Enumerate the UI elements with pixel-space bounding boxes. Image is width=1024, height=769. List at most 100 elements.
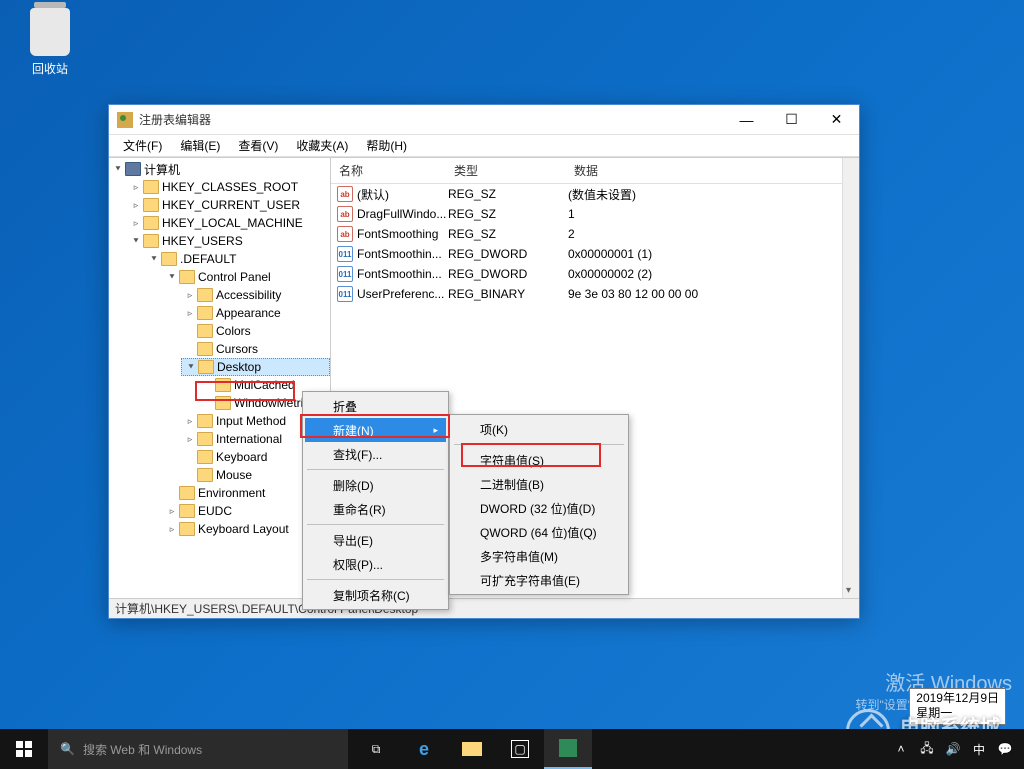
store-icon[interactable]: ▢	[496, 729, 544, 769]
tree-pane[interactable]: ⯆计算机 ▹HKEY_CLASSES_ROOT ▹HKEY_CURRENT_US…	[109, 158, 331, 598]
edge-icon[interactable]: e	[400, 729, 448, 769]
menu-help[interactable]: 帮助(H)	[358, 135, 415, 156]
menu-fav[interactable]: 收藏夹(A)	[288, 135, 356, 156]
maximize-button[interactable]: ☐	[769, 105, 814, 135]
chevron-right-icon[interactable]: ▹	[165, 522, 179, 536]
minimize-button[interactable]: —	[724, 105, 769, 135]
ctx-export[interactable]: 导出(E)	[305, 528, 446, 552]
notifications-icon[interactable]: 💬	[992, 729, 1018, 769]
chevron-down-icon[interactable]: ⯆	[147, 252, 161, 266]
ctx-string[interactable]: 字符串值(S)	[452, 448, 626, 472]
binary-value-icon: 011	[337, 286, 353, 302]
folder-icon	[197, 342, 213, 356]
chevron-right-icon[interactable]: ▹	[129, 216, 143, 230]
binary-value-icon: 011	[337, 266, 353, 282]
folder-icon	[179, 522, 195, 536]
list-row[interactable]: abFontSmoothingREG_SZ2	[331, 224, 859, 244]
tree-hkcr[interactable]: ▹HKEY_CLASSES_ROOT	[127, 178, 330, 196]
tree-controlpanel[interactable]: ⯆Control Panel	[163, 268, 330, 286]
tree-appearance[interactable]: ▹Appearance	[181, 304, 330, 322]
tray-up-icon[interactable]: ˄	[888, 729, 914, 769]
computer-icon	[125, 162, 141, 176]
string-value-icon: ab	[337, 186, 353, 202]
list-header: 名称 类型 数据	[331, 158, 859, 184]
ctx-dword[interactable]: DWORD (32 位)值(D)	[452, 496, 626, 520]
titlebar[interactable]: 注册表编辑器 — ☐ ✕	[109, 105, 859, 135]
ctx-copykey[interactable]: 复制项名称(C)	[305, 583, 446, 607]
chevron-right-icon[interactable]: ▹	[165, 504, 179, 518]
list-row[interactable]: abDragFullWindo...REG_SZ1	[331, 204, 859, 224]
folder-icon	[215, 378, 231, 392]
chevron-right-icon[interactable]: ▹	[129, 198, 143, 212]
chevron-right-icon[interactable]: ▹	[129, 180, 143, 194]
chevron-down-icon[interactable]: ⯆	[111, 162, 125, 176]
binary-value-icon: 011	[337, 246, 353, 262]
file-explorer-icon[interactable]	[448, 729, 496, 769]
ctx-key[interactable]: 项(K)	[452, 417, 626, 441]
ctx-multi[interactable]: 多字符串值(M)	[452, 544, 626, 568]
list-row[interactable]: 011UserPreferenc...REG_BINARY9e 3e 03 80…	[331, 284, 859, 304]
folder-icon	[197, 324, 213, 338]
ctx-expand[interactable]: 可扩充字符串值(E)	[452, 568, 626, 592]
separator	[307, 524, 444, 525]
date-tooltip: 2019年12月9日 星期一	[909, 688, 1006, 725]
folder-icon	[143, 216, 159, 230]
col-type[interactable]: 类型	[446, 158, 566, 183]
folder-icon	[143, 180, 159, 194]
tree-default[interactable]: ⯆.DEFAULT	[145, 250, 330, 268]
menu-view[interactable]: 查看(V)	[230, 135, 286, 156]
tree-hklm[interactable]: ▹HKEY_LOCAL_MACHINE	[127, 214, 330, 232]
col-name[interactable]: 名称	[331, 158, 446, 183]
ctx-rename[interactable]: 重命名(R)	[305, 497, 446, 521]
tree-root[interactable]: ⯆计算机	[109, 160, 330, 178]
start-button[interactable]	[0, 729, 48, 769]
folder-icon	[197, 414, 213, 428]
chevron-down-icon[interactable]: ⯆	[184, 360, 198, 374]
regedit-task-icon[interactable]	[544, 729, 592, 769]
list-row[interactable]: 011FontSmoothin...REG_DWORD0x00000001 (1…	[331, 244, 859, 264]
recycle-bin[interactable]: 回收站	[14, 8, 86, 77]
col-data[interactable]: 数据	[566, 158, 859, 183]
chevron-right-icon[interactable]: ▹	[183, 306, 197, 320]
menu-file[interactable]: 文件(F)	[115, 135, 170, 156]
chevron-down-icon[interactable]: ⯆	[129, 234, 143, 248]
task-view-icon[interactable]: ⧉	[352, 729, 400, 769]
search-placeholder: 搜索 Web 和 Windows	[83, 741, 202, 758]
ctx-perm[interactable]: 权限(P)...	[305, 552, 446, 576]
ctx-new[interactable]: 新建(N)▸	[305, 418, 446, 442]
ctx-find[interactable]: 查找(F)...	[305, 442, 446, 466]
chevron-down-icon[interactable]: ⯆	[165, 270, 179, 284]
ime-icon[interactable]: 中	[966, 729, 992, 769]
scrollbar[interactable]	[842, 158, 859, 598]
folder-icon	[197, 468, 213, 482]
tree-accessibility[interactable]: ▹Accessibility	[181, 286, 330, 304]
windows-icon	[16, 741, 32, 757]
folder-icon	[215, 396, 231, 410]
volume-icon[interactable]: 🔊	[940, 729, 966, 769]
separator	[307, 579, 444, 580]
network-icon[interactable]: 🖧	[914, 729, 940, 769]
ctx-binary[interactable]: 二进制值(B)	[452, 472, 626, 496]
recycle-bin-icon	[30, 8, 70, 56]
tree-hku[interactable]: ⯆HKEY_USERS	[127, 232, 330, 250]
search-input[interactable]: 🔍 搜索 Web 和 Windows	[48, 729, 348, 769]
search-icon: 🔍	[60, 742, 75, 756]
list-row[interactable]: ab(默认)REG_SZ(数值未设置)	[331, 184, 859, 204]
menu-edit[interactable]: 编辑(E)	[172, 135, 228, 156]
list-row[interactable]: 011FontSmoothin...REG_DWORD0x00000002 (2…	[331, 264, 859, 284]
tree-colors[interactable]: Colors	[181, 322, 330, 340]
close-button[interactable]: ✕	[814, 105, 859, 135]
ctx-delete[interactable]: 删除(D)	[305, 473, 446, 497]
tree-cursors[interactable]: Cursors	[181, 340, 330, 358]
tree-hkcu[interactable]: ▹HKEY_CURRENT_USER	[127, 196, 330, 214]
system-tray: ˄ 🖧 🔊 中 💬	[888, 729, 1024, 769]
chevron-right-icon[interactable]: ▹	[183, 288, 197, 302]
ctx-collapse[interactable]: 折叠	[305, 394, 446, 418]
recycle-bin-label: 回收站	[14, 60, 86, 77]
folder-icon	[179, 504, 195, 518]
ctx-qword[interactable]: QWORD (64 位)值(Q)	[452, 520, 626, 544]
chevron-right-icon[interactable]: ▹	[183, 432, 197, 446]
tree-desktop[interactable]: ⯆Desktop	[181, 358, 330, 376]
folder-icon	[197, 432, 213, 446]
chevron-right-icon[interactable]: ▹	[183, 414, 197, 428]
